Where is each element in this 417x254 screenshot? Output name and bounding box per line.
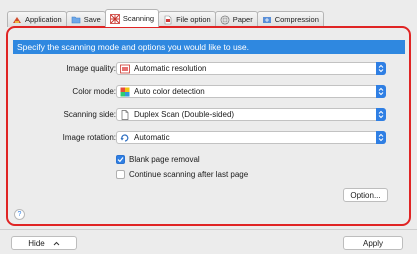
hide-button[interactable]: Hide [11, 236, 77, 250]
apply-button[interactable]: Apply [343, 236, 403, 250]
folder-icon [71, 16, 81, 23]
image-rotation-label: Image rotation: [62, 133, 116, 142]
compression-icon [262, 16, 271, 23]
image-quality-row: Image quality: Automatic resolution [8, 62, 409, 76]
option-button[interactable]: Option... [343, 188, 388, 202]
color-mode-icon [120, 87, 130, 96]
image-rotation-row: Image rotation: Automatic [8, 131, 409, 145]
bottom-bar: Hide Apply [0, 229, 417, 254]
tab-scanning[interactable]: Scanning [104, 9, 160, 27]
image-quality-select[interactable]: Automatic resolution [116, 62, 386, 75]
image-quality-icon [120, 64, 130, 73]
tab-label: File option [176, 15, 211, 24]
tab-paper[interactable]: Paper [214, 11, 258, 27]
scanning-side-select[interactable]: Duplex Scan (Double-sided) [116, 108, 386, 121]
scanning-side-row: Scanning side: Duplex Scan (Double-sided… [8, 108, 409, 122]
instruction-banner: Specify the scanning mode and options yo… [13, 40, 405, 54]
color-mode-row: Color mode: Auto color detection [8, 85, 409, 99]
scanning-settings-panel: Specify the scanning mode and options yo… [6, 26, 411, 226]
image-quality-label: Image quality: [66, 64, 116, 73]
tab-compression[interactable]: Compression [256, 11, 324, 27]
image-rotation-value: Automatic [134, 133, 170, 142]
hide-button-label: Hide [28, 238, 45, 248]
chevron-updown-icon [376, 62, 386, 75]
color-mode-value: Auto color detection [134, 87, 205, 96]
blank-page-removal-checkbox[interactable]: Blank page removal [116, 153, 200, 165]
file-option-icon [164, 15, 172, 24]
tab-file-option[interactable]: File option [158, 11, 216, 27]
image-rotation-select[interactable]: Automatic [116, 131, 386, 144]
image-quality-value: Automatic resolution [134, 64, 207, 73]
tab-label: Save [83, 15, 101, 24]
rotation-icon [120, 133, 129, 142]
blank-page-removal-label: Blank page removal [129, 154, 200, 164]
checkbox-checked-icon [116, 154, 125, 164]
duplex-page-icon [121, 109, 129, 120]
tab-save[interactable]: Save [65, 11, 106, 27]
color-mode-label: Color mode: [72, 87, 116, 96]
tab-label: Scanning [122, 14, 155, 23]
tab-label: Paper [232, 15, 253, 24]
color-mode-select[interactable]: Auto color detection [116, 85, 386, 98]
scanning-side-value: Duplex Scan (Double-sided) [134, 110, 235, 119]
tab-bar: Application Save Scanning File option Pa… [7, 9, 324, 27]
checkbox-unchecked-icon [116, 169, 125, 179]
tab-application[interactable]: Application [7, 11, 67, 27]
scanning-side-label: Scanning side: [63, 110, 116, 119]
tab-label: Application [25, 15, 62, 24]
tab-label: Compression [274, 15, 319, 24]
continue-scanning-label: Continue scanning after last page [129, 169, 249, 179]
chevron-updown-icon [376, 85, 386, 98]
paper-icon [220, 15, 230, 24]
chevron-updown-icon [376, 108, 386, 121]
chevron-up-icon [53, 241, 60, 245]
help-button[interactable]: ? [14, 209, 25, 220]
continue-scanning-checkbox[interactable]: Continue scanning after last page [116, 168, 248, 180]
application-icon [13, 16, 21, 23]
scanning-icon [109, 13, 120, 24]
chevron-updown-icon [376, 131, 386, 144]
